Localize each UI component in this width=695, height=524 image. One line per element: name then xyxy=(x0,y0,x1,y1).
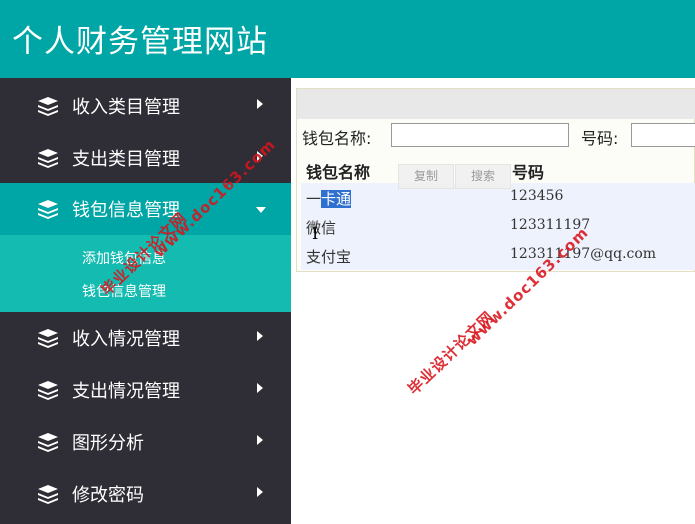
chevron-right-icon xyxy=(257,331,263,341)
table-row[interactable]: 支付宝 123311197@qq.com xyxy=(301,241,695,270)
selected-text: 卡通 xyxy=(321,190,352,208)
sidebar-item-label: 收入类目管理 xyxy=(72,97,180,118)
stack-icon xyxy=(38,485,58,504)
sidebar-item-label: 收入情况管理 xyxy=(72,329,180,350)
sidebar-item-label: 修改密码 xyxy=(72,485,144,506)
chevron-right-icon xyxy=(257,435,263,445)
wallet-name-input[interactable] xyxy=(391,123,569,147)
stack-icon xyxy=(38,433,58,452)
site-title: 个人财务管理网站 xyxy=(12,24,268,60)
wallet-name-cell: 支付宝 xyxy=(306,248,352,266)
panel-toolbar xyxy=(297,89,695,119)
number-cell: 123311197@qq.com xyxy=(510,246,657,262)
wallet-name-cell: 微信 xyxy=(306,219,337,237)
wallet-name-cell: 一卡通 xyxy=(306,188,352,209)
wallet-name-prefix: 一 xyxy=(306,190,322,208)
search-row: 钱包名称: 号码: xyxy=(297,119,695,151)
search-button[interactable]: 搜索 xyxy=(455,164,511,189)
stack-icon xyxy=(38,97,58,116)
sidebar-item-label: 支出情况管理 xyxy=(72,381,180,402)
text-cursor-icon: I xyxy=(312,224,319,243)
number-input[interactable] xyxy=(631,123,695,147)
sidebar-item-label: 图形分析 xyxy=(72,433,144,454)
copy-button[interactable]: 复制 xyxy=(398,164,454,189)
number-cell: 123456 xyxy=(510,188,564,204)
stack-icon xyxy=(38,381,58,400)
site-header: 个人财务管理网站 xyxy=(0,0,695,78)
context-button-group: 复制 搜索 xyxy=(398,164,534,189)
wallet-name-label: 钱包名称: xyxy=(302,129,372,148)
sidebar-item-income-category[interactable]: 收入类目管理 xyxy=(0,80,291,132)
stack-icon xyxy=(38,329,58,348)
chevron-right-icon xyxy=(257,383,263,393)
sidebar-item-wallet[interactable]: 钱包信息管理 xyxy=(0,183,291,235)
column-header-wallet-name[interactable]: 钱包名称 xyxy=(306,159,370,183)
chevron-right-icon xyxy=(257,99,263,109)
sidebar-item-change-password[interactable]: 修改密码 xyxy=(0,468,291,520)
chevron-down-icon xyxy=(256,207,266,213)
stack-icon xyxy=(38,200,58,219)
number-label: 号码: xyxy=(581,129,619,148)
sidebar-item-label: 支出类目管理 xyxy=(72,149,180,170)
sidebar-item-expense[interactable]: 支出情况管理 xyxy=(0,364,291,416)
table-row[interactable]: 微信 123311197 xyxy=(301,212,695,241)
sidebar-item-income[interactable]: 收入情况管理 xyxy=(0,312,291,364)
chevron-right-icon xyxy=(257,487,263,497)
sidebar-item-chart-analysis[interactable]: 图形分析 xyxy=(0,416,291,468)
stack-icon xyxy=(38,149,58,168)
